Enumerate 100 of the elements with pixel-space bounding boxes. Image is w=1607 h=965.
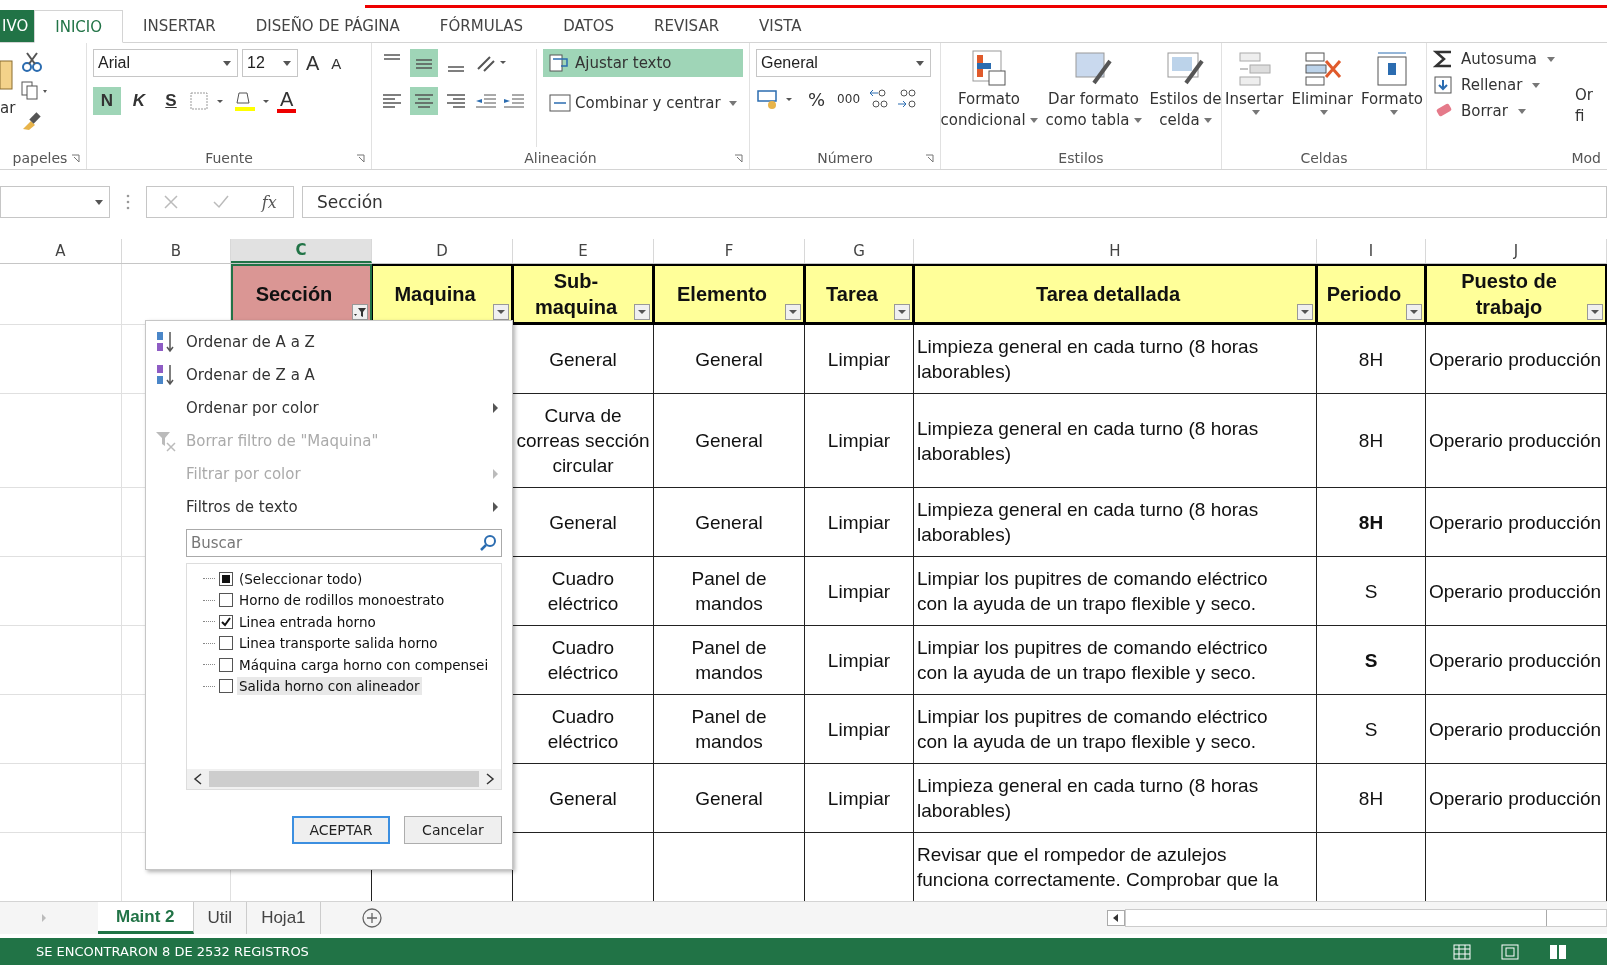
filter-value[interactable]: Salida horno con alineador bbox=[237, 677, 422, 696]
scroll-left-icon[interactable] bbox=[1107, 910, 1125, 926]
search-icon[interactable] bbox=[479, 534, 497, 552]
ok-button[interactable]: ACEPTAR bbox=[292, 816, 390, 844]
filter-active-icon[interactable] bbox=[352, 304, 368, 320]
menu-item[interactable]: Filtros de texto bbox=[146, 490, 512, 523]
percent-button[interactable]: % bbox=[804, 88, 830, 110]
dialog-launcher-icon[interactable] bbox=[71, 154, 80, 163]
dialog-launcher-icon[interactable] bbox=[925, 154, 934, 163]
checkbox[interactable] bbox=[219, 593, 233, 608]
workstation-cell-text: Operario producción bbox=[1429, 717, 1602, 742]
column-header[interactable]: H bbox=[914, 239, 1317, 263]
filter-value[interactable]: Linea transporte salida horno bbox=[237, 634, 440, 653]
editing-button[interactable]: Borrar bbox=[1433, 101, 1555, 121]
group-label: Celdas bbox=[1300, 150, 1348, 166]
header-cell: Tarea bbox=[805, 264, 914, 325]
dialog-launcher-icon[interactable] bbox=[734, 154, 743, 163]
cells-button[interactable]: Insertar bbox=[1223, 49, 1286, 147]
column-header[interactable]: E bbox=[513, 239, 654, 263]
column-header[interactable]: C bbox=[231, 239, 372, 263]
cells-button[interactable]: Formato bbox=[1358, 49, 1425, 147]
detail-cell-text: Limpieza general en cada turno (8 horas laborables) bbox=[917, 416, 1260, 466]
editing-button[interactable]: Autosuma bbox=[1433, 49, 1555, 69]
scissors-icon[interactable] bbox=[21, 51, 44, 73]
insert-function-button[interactable]: fx bbox=[261, 192, 277, 212]
checkbox[interactable] bbox=[219, 614, 233, 629]
element-cell-text: General bbox=[695, 510, 763, 535]
ribbon-tab[interactable]: INICIO bbox=[34, 10, 123, 43]
merge-icon bbox=[549, 94, 571, 112]
column-header[interactable]: A bbox=[0, 239, 122, 263]
paste-label[interactable]: ar bbox=[0, 99, 16, 117]
delete-cells-icon bbox=[1302, 49, 1343, 89]
period-cell-text: 8H bbox=[1358, 510, 1384, 535]
checkbox[interactable] bbox=[219, 657, 233, 672]
number-format-dropdown[interactable]: General bbox=[756, 49, 931, 77]
scrollbar-thumb[interactable] bbox=[209, 771, 479, 787]
underline-button[interactable]: S bbox=[157, 87, 185, 115]
thousands-button[interactable]: 000 bbox=[833, 92, 864, 106]
ribbon-tab[interactable]: DISEÑO DE PÁGINA bbox=[235, 10, 420, 42]
checkbox[interactable] bbox=[219, 636, 233, 651]
ribbon-tab[interactable]: DATOS bbox=[543, 10, 634, 42]
task-cell-text: Limpiar bbox=[827, 510, 891, 535]
formula-input[interactable]: Sección bbox=[302, 186, 1607, 218]
sheet-tab[interactable]: Maint 2 bbox=[98, 902, 194, 934]
sort-ascending-icon bbox=[155, 329, 177, 354]
filter-value[interactable]: Horno de rodillos monoestrato bbox=[237, 591, 447, 610]
align-center-icon[interactable] bbox=[410, 87, 438, 115]
column-header[interactable]: F bbox=[654, 239, 805, 263]
column-header[interactable]: G bbox=[805, 239, 914, 263]
font-name-dropdown[interactable]: Arial bbox=[93, 49, 238, 77]
sub-machine-cell-text: Cuadro eléctrico bbox=[546, 636, 620, 685]
normal-view-icon[interactable] bbox=[1453, 943, 1471, 960]
task-cell-text: Limpiar bbox=[827, 429, 891, 453]
cancel-button[interactable]: Cancelar bbox=[404, 816, 502, 844]
style-button[interactable]: Dar formato como tabla bbox=[1043, 49, 1144, 147]
style-button[interactable]: Formato condicional bbox=[938, 49, 1040, 147]
bold-button[interactable]: N bbox=[93, 87, 121, 115]
search-field[interactable]: Buscar bbox=[186, 529, 502, 557]
sort-filter-button[interactable]: Or fi bbox=[1574, 49, 1593, 147]
group-label: Número bbox=[817, 150, 873, 166]
menu-item[interactable]: Ordenar de Z a A bbox=[146, 358, 512, 391]
clipboard-icon[interactable] bbox=[0, 59, 14, 93]
column-header[interactable]: I bbox=[1317, 239, 1426, 263]
checkbox[interactable] bbox=[219, 571, 233, 586]
checkbox[interactable] bbox=[219, 679, 233, 694]
menu-item[interactable]: Ordenar por color bbox=[146, 391, 512, 424]
dialog-launcher-icon[interactable] bbox=[356, 154, 365, 163]
detail-cell-text: Limpieza general en cada turno (8 horas laborables) bbox=[917, 335, 1260, 384]
align-middle-icon[interactable] bbox=[410, 49, 438, 77]
wrap-text-button[interactable]: Ajustar texto bbox=[543, 49, 743, 77]
add-sheet-icon[interactable] bbox=[360, 907, 383, 929]
italic-button[interactable]: K bbox=[125, 87, 153, 115]
menu-item[interactable]: Ordenar de A a Z bbox=[146, 325, 512, 358]
column-header[interactable]: J bbox=[1426, 239, 1607, 263]
page-break-icon[interactable] bbox=[1549, 943, 1567, 960]
shrink-font-button[interactable]: A bbox=[327, 54, 346, 72]
font-size-dropdown[interactable]: 12 bbox=[242, 49, 298, 77]
task-cell-text: Limpiar bbox=[827, 717, 891, 742]
grow-font-button[interactable]: A bbox=[302, 51, 324, 75]
filter-value[interactable]: Máquina carga horno con compensei bbox=[237, 655, 491, 674]
file-tab[interactable]: IVO bbox=[0, 10, 35, 42]
font-color-button[interactable]: A bbox=[277, 89, 297, 113]
ribbon-tab[interactable]: REVISAR bbox=[634, 10, 740, 42]
cells-button[interactable]: Eliminar bbox=[1289, 49, 1355, 147]
merge-center-button[interactable]: Combinar y centrar bbox=[543, 89, 743, 117]
editing-button[interactable]: Rellenar bbox=[1433, 75, 1555, 95]
sheet-tab[interactable]: Hoja1 bbox=[247, 902, 321, 934]
scroll-right-icon[interactable] bbox=[485, 773, 495, 785]
ribbon-tab[interactable]: FÓRMULAS bbox=[419, 10, 544, 42]
ribbon-tab[interactable]: VISTA bbox=[739, 10, 822, 42]
ribbon-tab[interactable]: INSERTAR bbox=[123, 10, 236, 42]
sheet-tab[interactable]: Util bbox=[193, 902, 248, 934]
format-painter-icon[interactable] bbox=[21, 109, 44, 131]
filter-value[interactable]: Linea entrada horno bbox=[237, 612, 378, 631]
filter-value[interactable]: (Seleccionar todo) bbox=[237, 569, 365, 588]
style-button[interactable]: Estilos de celda bbox=[1147, 49, 1224, 147]
page-layout-icon[interactable] bbox=[1501, 943, 1519, 960]
scroll-left-icon[interactable] bbox=[193, 773, 203, 785]
element-cell-text: General bbox=[695, 786, 763, 811]
column-header[interactable]: D bbox=[372, 239, 513, 263]
